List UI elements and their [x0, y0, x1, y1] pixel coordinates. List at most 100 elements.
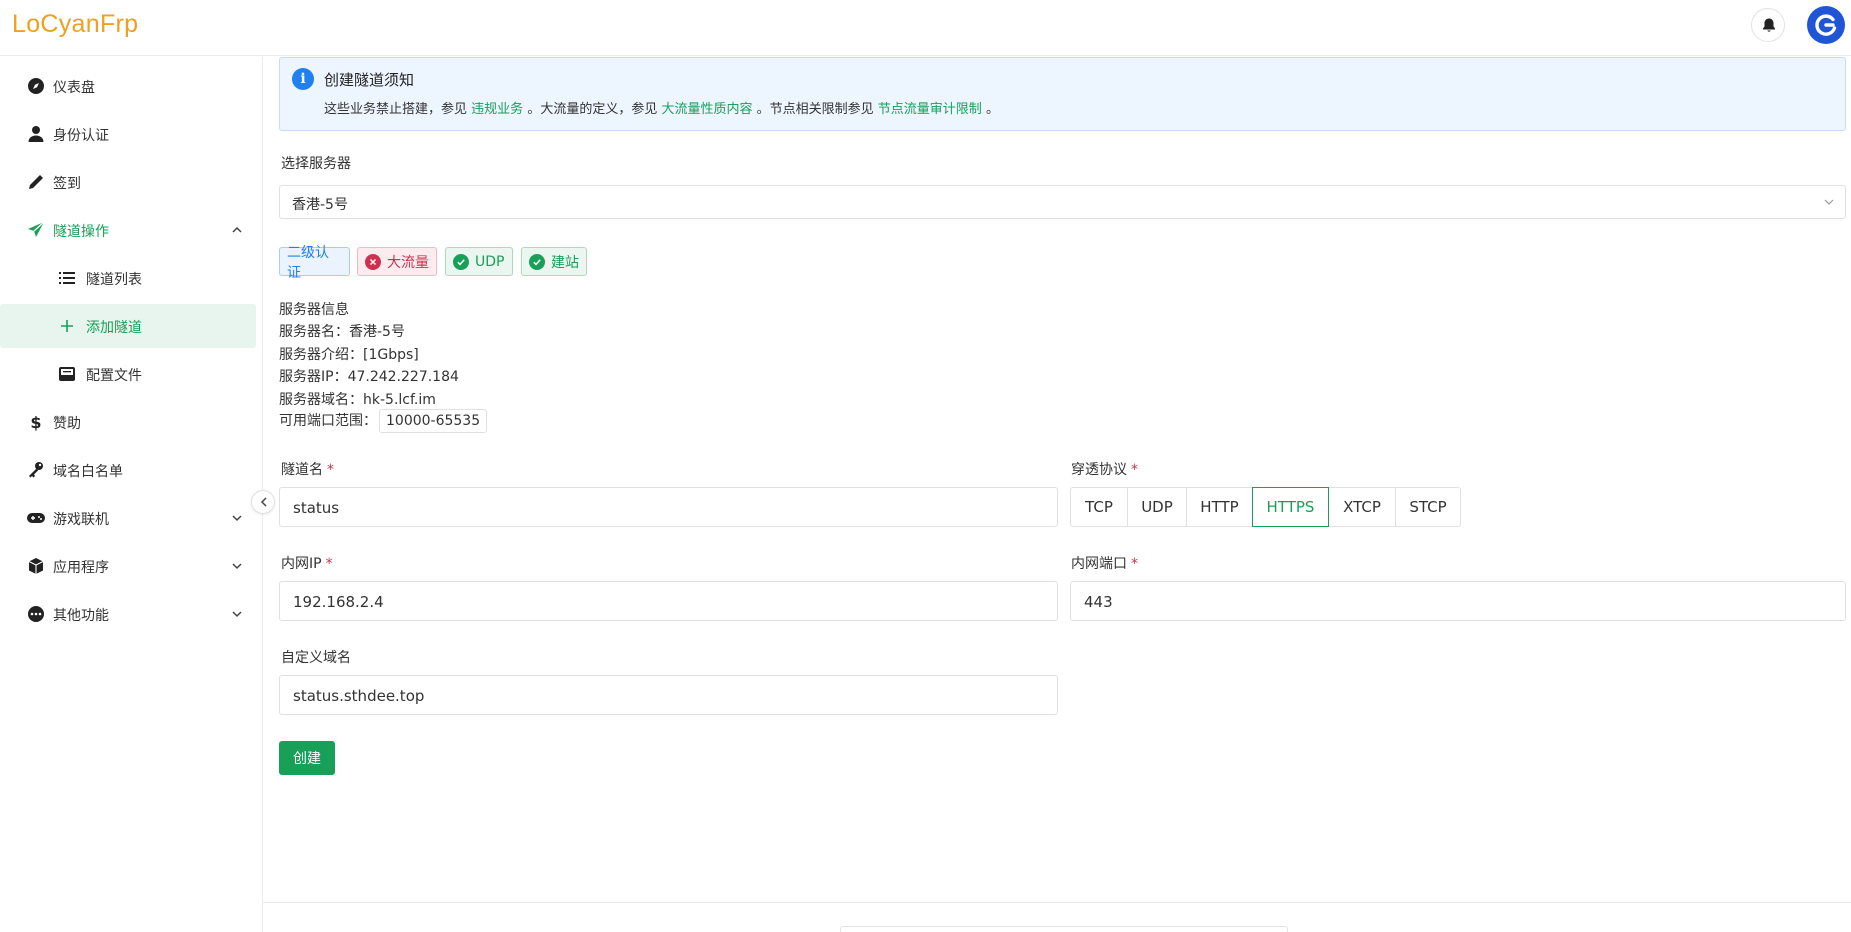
sidebar-item-add-tunnel[interactable]: 添加隧道 [0, 304, 256, 348]
required-mark: * [1131, 556, 1138, 572]
required-mark: * [325, 556, 333, 572]
local-port-label: 内网端口 * [1071, 553, 1138, 573]
local-ip-label: 内网IP * [281, 553, 333, 573]
notice-body: 这些业务禁止搭建，参见 违规业务 。大流量的定义，参见 大流量性质内容 。节点相… [324, 98, 999, 117]
label-text: 内网IP [281, 556, 322, 572]
sidebar-item-config-file[interactable]: 配置文件 [0, 352, 256, 396]
close-circle-icon [365, 253, 381, 270]
chevron-up-icon [232, 226, 242, 233]
protocol-option-http[interactable]: HTTP [1186, 487, 1253, 527]
tunnel-name-label: 隧道名 * [281, 459, 334, 479]
server-info-title: 服务器信息 [279, 302, 349, 318]
server-name-line: 服务器名：香港-5号 [279, 324, 405, 340]
compass-icon [28, 78, 44, 94]
tunnel-name-input[interactable]: status [279, 487, 1058, 527]
tag-second-auth: 二级认证 [279, 245, 350, 281]
protocol-option-udp[interactable]: UDP [1127, 487, 1187, 527]
label-text: 穿透协议 [1071, 462, 1127, 478]
box-icon [28, 558, 44, 574]
node-audit-link[interactable]: 节点流量审计限制 [878, 102, 982, 117]
sidebar-item-applications[interactable]: 应用程序 [0, 544, 256, 588]
chevron-down-icon [232, 515, 242, 522]
chevron-down-icon [232, 611, 242, 618]
protocol-option-tcp[interactable]: TCP [1070, 487, 1128, 527]
sidebar-item-tunnel-list[interactable]: 隧道列表 [0, 256, 256, 300]
create-button[interactable]: 创建 [279, 741, 335, 775]
port-range-line: 可用端口范围： 10000-65535 [279, 409, 488, 433]
app-logo[interactable]: LoCyanFrp [12, 10, 138, 39]
dollar-icon: $ [30, 413, 41, 432]
tag-label: 二级认证 [287, 244, 329, 281]
sidebar-item-label: 应用程序 [53, 560, 109, 576]
sidebar-item-tunnel-ops[interactable]: 隧道操作 [0, 208, 256, 252]
server-select-value: 香港-5号 [292, 197, 348, 213]
server-select-label: 选择服务器 [281, 156, 351, 172]
notice-title: 创建隧道须知 [324, 71, 415, 89]
notice-text: 。大流量的定义，参见 [527, 102, 658, 117]
pen-icon [29, 175, 43, 189]
custom-domain-label: 自定义域名 [281, 650, 351, 666]
sidebar-item-dashboard[interactable]: 仪表盘 [0, 64, 256, 108]
sidebar-item-label: 隧道列表 [86, 272, 142, 288]
local-ip-input[interactable]: 192.168.2.4 [279, 581, 1058, 621]
sidebar-item-label: 配置文件 [86, 368, 142, 384]
check-circle-icon [453, 253, 469, 270]
local-port-input[interactable]: 443 [1070, 581, 1846, 621]
tag-website: 建站 [521, 247, 587, 276]
notice-text: 。 [985, 102, 999, 117]
footer-divider [263, 902, 1851, 903]
sidebar-item-label: 其他功能 [53, 608, 109, 624]
footer-box [840, 926, 1288, 932]
label-text: 内网端口 [1071, 556, 1127, 572]
tunnel-notice-alert: i 创建隧道须知 这些业务禁止搭建，参见 违规业务 。大流量的定义，参见 大流量… [279, 57, 1846, 131]
sidebar-item-label: 域名白名单 [53, 464, 123, 480]
server-ip-line: 服务器IP：47.242.227.184 [279, 369, 459, 385]
protocol-option-xtcp[interactable]: XTCP [1328, 487, 1396, 527]
user-icon [28, 126, 44, 142]
server-select[interactable]: 香港-5号 [279, 185, 1846, 219]
server-intro-line: 服务器介绍：[1Gbps] [279, 347, 419, 363]
more-icon [28, 606, 44, 622]
gamepad-icon [27, 513, 45, 523]
sidebar-item-label: 赞助 [53, 416, 81, 432]
port-range-label: 可用端口范围： [279, 413, 377, 429]
tag-label: 建站 [551, 254, 579, 271]
top-header: LoCyanFrp [0, 0, 1851, 56]
violation-business-link[interactable]: 违规业务 [471, 102, 523, 117]
avatar-logo-icon [1815, 14, 1837, 36]
notifications-button[interactable] [1751, 8, 1785, 42]
chevron-down-icon [232, 563, 242, 570]
chevron-down-icon [1824, 199, 1834, 205]
sidebar-item-game-online[interactable]: 游戏联机 [0, 496, 256, 540]
tag-label: UDP [475, 253, 505, 270]
user-avatar[interactable] [1807, 6, 1845, 44]
input-value: 192.168.2.4 [293, 593, 384, 611]
sidebar: 仪表盘 身份认证 签到 隧道操作 隧道列表 添加隧道 配置文件 $ 赞助 域名白… [0, 57, 263, 932]
tag-label: 大流量 [387, 254, 429, 271]
check-circle-icon [529, 253, 545, 270]
custom-domain-input[interactable]: status.sthdee.top [279, 675, 1058, 715]
sidebar-item-other-features[interactable]: 其他功能 [0, 592, 256, 636]
input-value: 443 [1084, 593, 1113, 611]
tag-udp: UDP [445, 247, 513, 276]
sidebar-item-label: 添加隧道 [86, 320, 142, 336]
tag-high-traffic: 大流量 [357, 247, 437, 276]
sidebar-item-label: 签到 [53, 176, 81, 192]
bell-icon [1763, 18, 1775, 32]
sidebar-item-signin[interactable]: 签到 [0, 160, 256, 204]
input-value: status [293, 499, 340, 517]
sidebar-item-label: 身份认证 [53, 128, 109, 144]
input-value: status.sthdee.top [293, 687, 425, 705]
high-traffic-link[interactable]: 大流量性质内容 [661, 102, 752, 117]
key-icon [29, 462, 43, 478]
sidebar-item-sponsor[interactable]: $ 赞助 [0, 400, 256, 444]
plus-icon [61, 320, 73, 332]
sidebar-item-domain-whitelist[interactable]: 域名白名单 [0, 448, 256, 492]
sidebar-item-identity[interactable]: 身份认证 [0, 112, 256, 156]
protocol-option-https[interactable]: HTTPS [1252, 487, 1329, 527]
sidebar-item-label: 隧道操作 [53, 224, 109, 240]
protocol-label: 穿透协议 * [1071, 459, 1138, 479]
sidebar-collapse-button[interactable] [251, 490, 275, 514]
server-domain-line: 服务器域名：hk-5.lcf.im [279, 392, 436, 408]
protocol-option-stcp[interactable]: STCP [1395, 487, 1461, 527]
